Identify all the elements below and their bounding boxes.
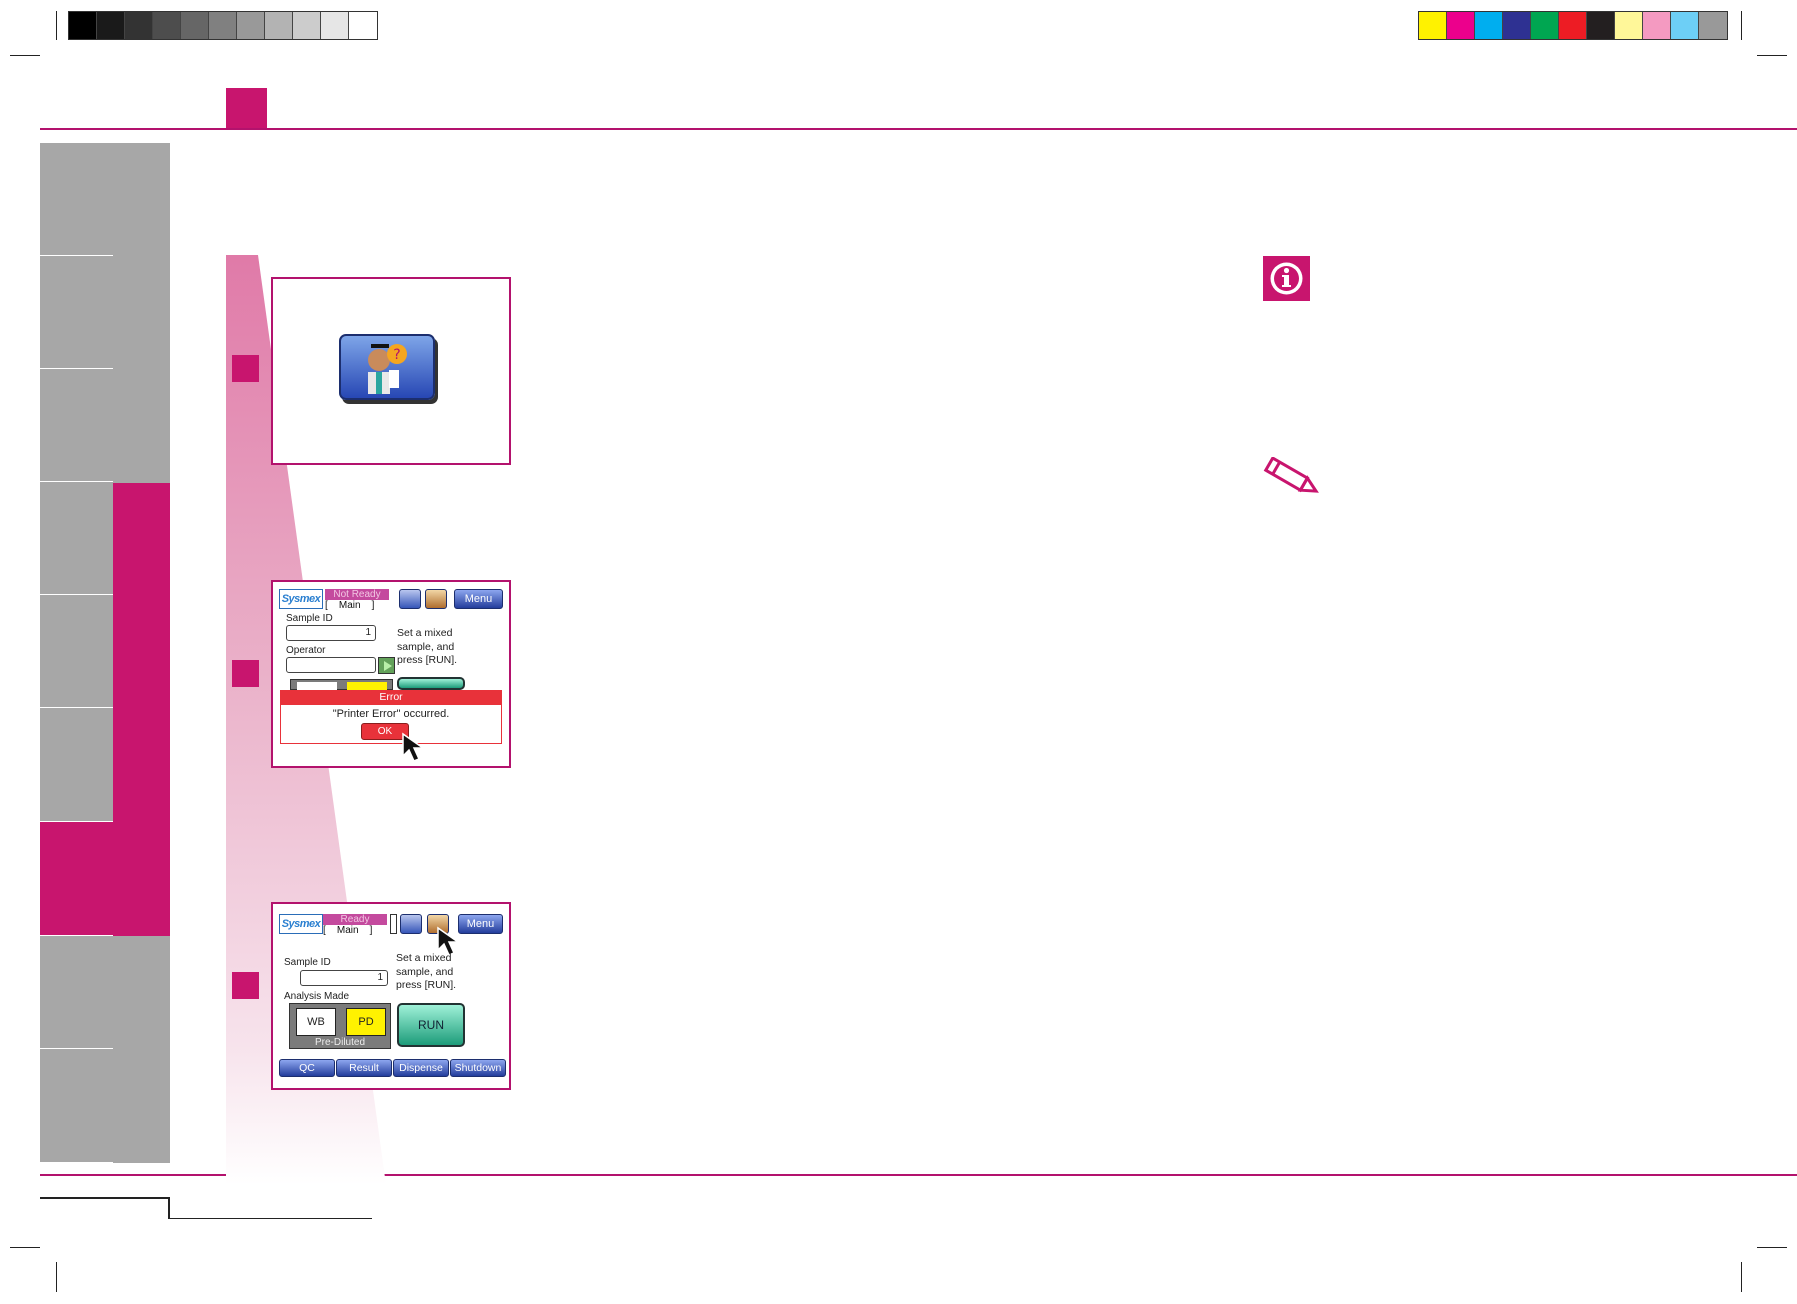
- color-swatch: [209, 12, 237, 39]
- prediluted-label: Pre-Diluted: [314, 1037, 366, 1048]
- color-swatch: [1447, 12, 1475, 39]
- sample-id-label: Sample ID: [286, 613, 333, 624]
- crop-mark: [1757, 1247, 1787, 1248]
- color-swatch: [1419, 12, 1447, 39]
- color-swatch: [349, 12, 377, 39]
- thumb-index-column: [113, 143, 170, 483]
- information-icon: [1263, 256, 1310, 301]
- thumb-index-tab: [40, 708, 113, 822]
- color-swatch: [237, 12, 265, 39]
- crop-mark: [56, 1262, 57, 1292]
- sysmex-logo: Sysmex: [279, 589, 323, 609]
- svg-text:?: ?: [393, 347, 400, 363]
- color-swatch: [1587, 12, 1615, 39]
- crop-mark: [56, 11, 57, 40]
- thumb-index-column: [113, 936, 170, 1163]
- color-swatch: [153, 12, 181, 39]
- printer-icon[interactable]: [400, 914, 422, 934]
- scroll-indicator: [390, 914, 397, 934]
- sample-id-label: Sample ID: [284, 957, 331, 968]
- tab-dispense[interactable]: Dispense: [393, 1059, 449, 1077]
- color-swatch: [1615, 12, 1643, 39]
- mode-indicator: [ Main ]: [325, 600, 375, 611]
- process-color-bar: [1418, 11, 1728, 40]
- color-swatch: [125, 12, 153, 39]
- step-marker-3: [232, 972, 259, 999]
- status-indicator: Not Ready: [325, 589, 389, 600]
- grayscale-color-bar: [68, 11, 378, 40]
- header-rule: [40, 128, 1797, 130]
- error-message: "Printer Error" occurred.: [332, 708, 450, 720]
- sample-id-input[interactable]: 1: [286, 625, 376, 641]
- operator-label: Operator: [286, 645, 326, 656]
- help-button[interactable]: ?: [339, 334, 435, 400]
- analysis-mode-box: [290, 679, 393, 691]
- help-person-icon: ?: [368, 344, 407, 394]
- color-swatch: [97, 12, 125, 39]
- footer-line: [168, 1218, 372, 1219]
- thumb-index-column-active: [113, 483, 170, 936]
- help-button-illustration: ?: [271, 277, 511, 465]
- color-swatch: [69, 12, 97, 39]
- error-dialog-title: Error: [280, 690, 502, 704]
- color-swatch: [181, 12, 209, 39]
- footer-line: [168, 1197, 170, 1219]
- footer-line: [40, 1197, 170, 1199]
- color-swatch: [1503, 12, 1531, 39]
- thumb-index-tab: [40, 936, 113, 1049]
- instruction-message: Set a mixed sample, and press [RUN].: [397, 627, 458, 666]
- color-swatch: [1531, 12, 1559, 39]
- ready-screen: Sysmex Ready [ Main ] Menu Sample ID 1 S…: [271, 902, 511, 1090]
- operator-input[interactable]: [286, 657, 376, 673]
- note-pencil-icon: [1263, 457, 1319, 493]
- color-swatch: [293, 12, 321, 39]
- sample-id-input[interactable]: 1: [300, 970, 388, 986]
- tab-qc[interactable]: QC: [279, 1059, 335, 1077]
- error-dialog: "Printer Error" occurred. OK: [280, 704, 502, 744]
- thumb-index-tab: [40, 595, 113, 708]
- analysis-mode-label: Analysis Made: [284, 991, 350, 1002]
- color-swatch: [321, 12, 349, 39]
- color-swatch: [1671, 12, 1699, 39]
- analysis-mode-box: WB PD Pre-Diluted: [289, 1003, 391, 1049]
- thumb-index-tab-active: [40, 822, 113, 936]
- printer-icon[interactable]: [399, 589, 421, 609]
- crop-mark: [10, 55, 40, 56]
- thumb-index-tab: [40, 143, 113, 256]
- pd-mode-button[interactable]: PD: [346, 1008, 386, 1036]
- color-swatch: [1699, 12, 1727, 39]
- crop-mark: [1741, 1262, 1742, 1292]
- mode-indicator: [ Main ]: [323, 925, 373, 936]
- help-person-icon[interactable]: [425, 589, 447, 609]
- crop-mark: [1757, 55, 1787, 56]
- operator-next-icon[interactable]: [378, 657, 395, 674]
- thumb-index-tab: [40, 1049, 113, 1163]
- thumb-index-tab: [40, 369, 113, 482]
- run-button[interactable]: [397, 677, 465, 690]
- pointer-cursor-icon: [402, 732, 426, 762]
- menu-button[interactable]: Menu: [454, 589, 503, 609]
- run-button[interactable]: RUN: [397, 1003, 465, 1047]
- step-marker-1: [232, 355, 259, 382]
- color-swatch: [265, 12, 293, 39]
- chapter-tab: [226, 88, 267, 129]
- crop-mark: [10, 1247, 40, 1248]
- color-swatch: [1475, 12, 1503, 39]
- thumb-index-tab: [40, 482, 113, 595]
- wb-mode-button[interactable]: WB: [296, 1008, 336, 1036]
- step-marker-2: [232, 660, 259, 687]
- sysmex-logo: Sysmex: [279, 914, 323, 934]
- color-swatch: [1559, 12, 1587, 39]
- tab-shutdown[interactable]: Shutdown: [450, 1059, 506, 1077]
- crop-mark: [1741, 11, 1742, 40]
- instruction-message: Set a mixed sample, and press [RUN].: [396, 952, 457, 991]
- printer-error-screen: Sysmex Not Ready [ Main ] Menu Sample ID…: [271, 580, 511, 768]
- tab-result[interactable]: Result: [336, 1059, 392, 1077]
- thumb-index-tab: [40, 256, 113, 369]
- status-indicator: Ready: [323, 914, 387, 925]
- color-swatch: [1643, 12, 1671, 39]
